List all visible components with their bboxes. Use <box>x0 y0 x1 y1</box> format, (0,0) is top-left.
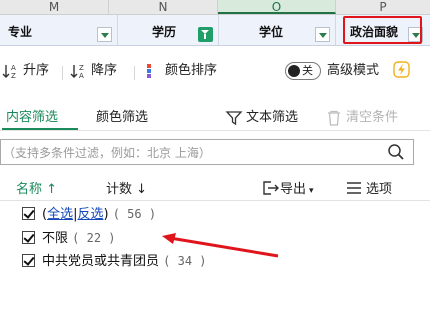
search-placeholder: （支持多条件过滤，例如：北京 上海） <box>3 146 211 160</box>
item-label: 不限 <box>42 231 69 246</box>
filter-dropdown-major[interactable] <box>97 27 112 42</box>
sort-descending-button[interactable]: Z A 降序 <box>70 61 117 81</box>
header-cell-major[interactable]: 专业 <box>0 15 118 45</box>
toggle-state-label: 关 <box>302 64 313 77</box>
column-letter-p[interactable]: P <box>336 0 430 14</box>
header-cell-education[interactable]: 学历 <box>118 15 219 45</box>
sort-descending-icon: Z A <box>70 64 84 80</box>
name-column-header[interactable]: 名称 ↑ <box>16 178 57 197</box>
search-icon[interactable] <box>387 143 405 161</box>
tab-color-filter[interactable]: 颜色筛选 <box>96 106 148 125</box>
color-sort-button[interactable]: 颜色排序 <box>144 61 217 81</box>
advanced-mode-toggle[interactable]: 关 <box>285 62 321 80</box>
count-header-label: 计数 <box>106 182 133 197</box>
divider <box>134 66 135 80</box>
export-label: 导出 <box>280 182 307 197</box>
funnel-icon <box>225 110 243 125</box>
column-letter-n[interactable]: N <box>109 0 218 14</box>
text-filter-label: 文本筛选 <box>246 110 299 125</box>
color-sort-icon <box>147 63 151 78</box>
clear-conditions-button[interactable]: 清空条件 <box>325 106 398 127</box>
export-button[interactable]: 导出 ▾ <box>262 178 314 197</box>
divider <box>62 66 63 80</box>
clear-conditions-label: 清空条件 <box>346 110 399 125</box>
tab-content-filter[interactable]: 内容筛选 <box>6 106 58 125</box>
count-column-header[interactable]: 计数 ↓ <box>106 178 147 197</box>
filter-active-icon[interactable] <box>198 27 213 42</box>
search-input[interactable]: （支持多条件过滤，例如：北京 上海） <box>0 139 414 165</box>
item-label: 中共党员或共青团员 <box>42 254 160 269</box>
sort-ascending-button[interactable]: A Z 升序 <box>2 61 49 81</box>
text-filter-button[interactable]: 文本筛选 <box>225 106 298 127</box>
chevron-down-icon: ▾ <box>309 186 314 196</box>
column-letter-bar: M N O P <box>0 0 430 15</box>
filter-dropdown-degree[interactable] <box>315 27 330 42</box>
sort-ascending-label: 升序 <box>23 63 50 78</box>
svg-text:A: A <box>79 72 84 80</box>
annotation-arrow <box>162 233 279 258</box>
sort-up-arrow-icon: ↑ <box>42 182 58 197</box>
checkbox[interactable] <box>22 207 35 220</box>
list-item-text: 不限 ( 22 ) <box>42 228 116 249</box>
checkbox[interactable] <box>22 231 35 244</box>
column-letter-m[interactable]: M <box>0 0 109 14</box>
advanced-mode-label[interactable]: 高级模式 <box>327 61 379 81</box>
color-sort-label: 颜色排序 <box>165 63 218 78</box>
trash-icon <box>328 110 340 126</box>
name-header-label: 名称 <box>16 182 43 197</box>
options-label: 选项 <box>366 182 393 197</box>
header-label-degree: 学位 <box>259 25 284 39</box>
item-count: ( 22 ) <box>72 231 116 245</box>
active-tab-indicator <box>2 128 78 130</box>
sort-descending-label: 降序 <box>91 63 118 78</box>
svg-text:Z: Z <box>79 64 84 72</box>
svg-text:Z: Z <box>11 72 16 80</box>
lightning-icon <box>393 61 410 78</box>
select-all-row-text: (全选|反选) ( 56 ) <box>42 207 157 222</box>
sort-ascending-icon: A Z <box>2 64 16 80</box>
options-button[interactable]: 选项 <box>346 178 392 197</box>
toggle-knob <box>288 65 300 77</box>
checkbox[interactable] <box>22 254 35 267</box>
select-all-link[interactable]: 全选 <box>47 207 73 222</box>
highlight-box <box>343 16 422 44</box>
invert-selection-link[interactable]: 反选 <box>77 207 103 222</box>
item-count: ( 56 ) <box>112 207 157 221</box>
header-label-education: 学历 <box>152 25 177 39</box>
list-icon <box>347 182 361 194</box>
header-cell-degree[interactable]: 学位 <box>219 15 336 45</box>
svg-text:A: A <box>11 64 16 72</box>
column-letter-o[interactable]: O <box>218 0 336 14</box>
header-label-major: 专业 <box>8 25 33 39</box>
list-header: 名称 ↑ 计数 ↓ 导出 ▾ 选项 <box>0 170 430 201</box>
sort-down-arrow-icon: ↓ <box>132 182 148 197</box>
export-icon <box>263 181 279 195</box>
